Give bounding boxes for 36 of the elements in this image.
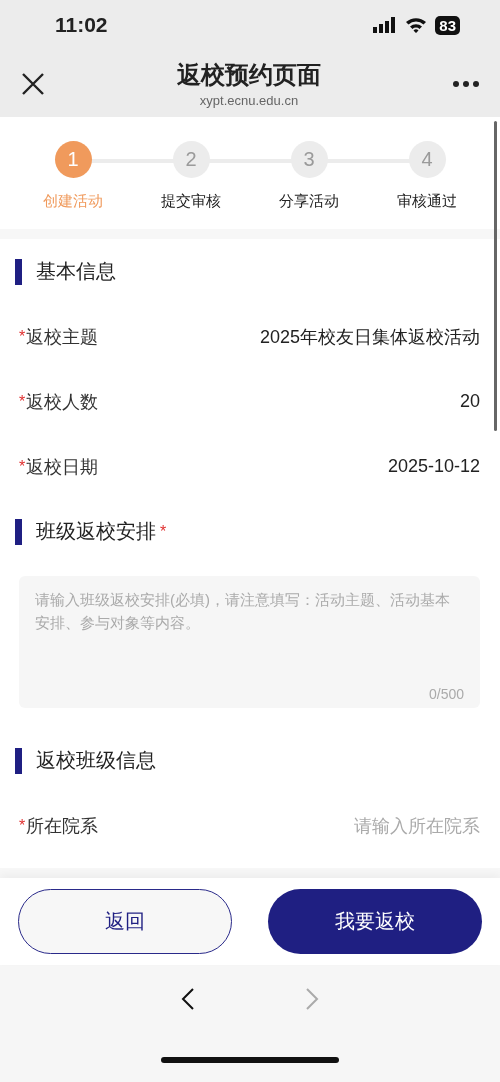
step-number: 4	[408, 141, 446, 178]
page-title: 返校预约页面	[177, 60, 321, 90]
field-label: 返校人数	[26, 390, 99, 414]
step-number: 3	[290, 141, 328, 178]
section-marker	[15, 518, 22, 545]
required-mark: *	[19, 392, 26, 411]
field-value[interactable]: 2025-10-12	[387, 456, 480, 477]
field-value[interactable]: 20	[459, 391, 480, 412]
page-url: xypt.ecnu.edu.cn	[199, 93, 299, 108]
section-title: 班级返校安排	[36, 519, 156, 544]
step-number: 1	[54, 141, 92, 178]
section-marker	[15, 258, 22, 285]
step-label: 创建活动	[43, 192, 103, 211]
section-marker	[15, 747, 22, 774]
section-title: 基本信息	[36, 259, 116, 284]
step-label: 分享活动	[279, 192, 339, 211]
section-title: 返校班级信息	[36, 748, 156, 773]
status-time: 11:02	[55, 13, 108, 37]
more-icon[interactable]	[452, 79, 480, 88]
field-value[interactable]: 2025年校友日集体返校活动	[259, 324, 480, 349]
signal-icon	[373, 17, 398, 33]
wifi-icon	[405, 17, 428, 33]
back-button[interactable]: 返回	[18, 889, 232, 954]
step-label: 提交审核	[161, 192, 221, 211]
required-mark: *	[19, 327, 26, 346]
battery-level: 83	[435, 15, 460, 35]
close-icon[interactable]	[20, 70, 46, 97]
step-label: 审核通过	[397, 192, 457, 211]
submit-button[interactable]: 我要返校	[268, 889, 482, 954]
required-mark: *	[19, 816, 26, 835]
required-mark: *	[160, 522, 167, 541]
field-label: 所在院系	[26, 814, 99, 838]
step-number: 2	[172, 141, 210, 178]
field-label: 返校日期	[26, 455, 99, 479]
required-mark: *	[19, 457, 26, 476]
field-label: 返校主题	[26, 325, 99, 349]
